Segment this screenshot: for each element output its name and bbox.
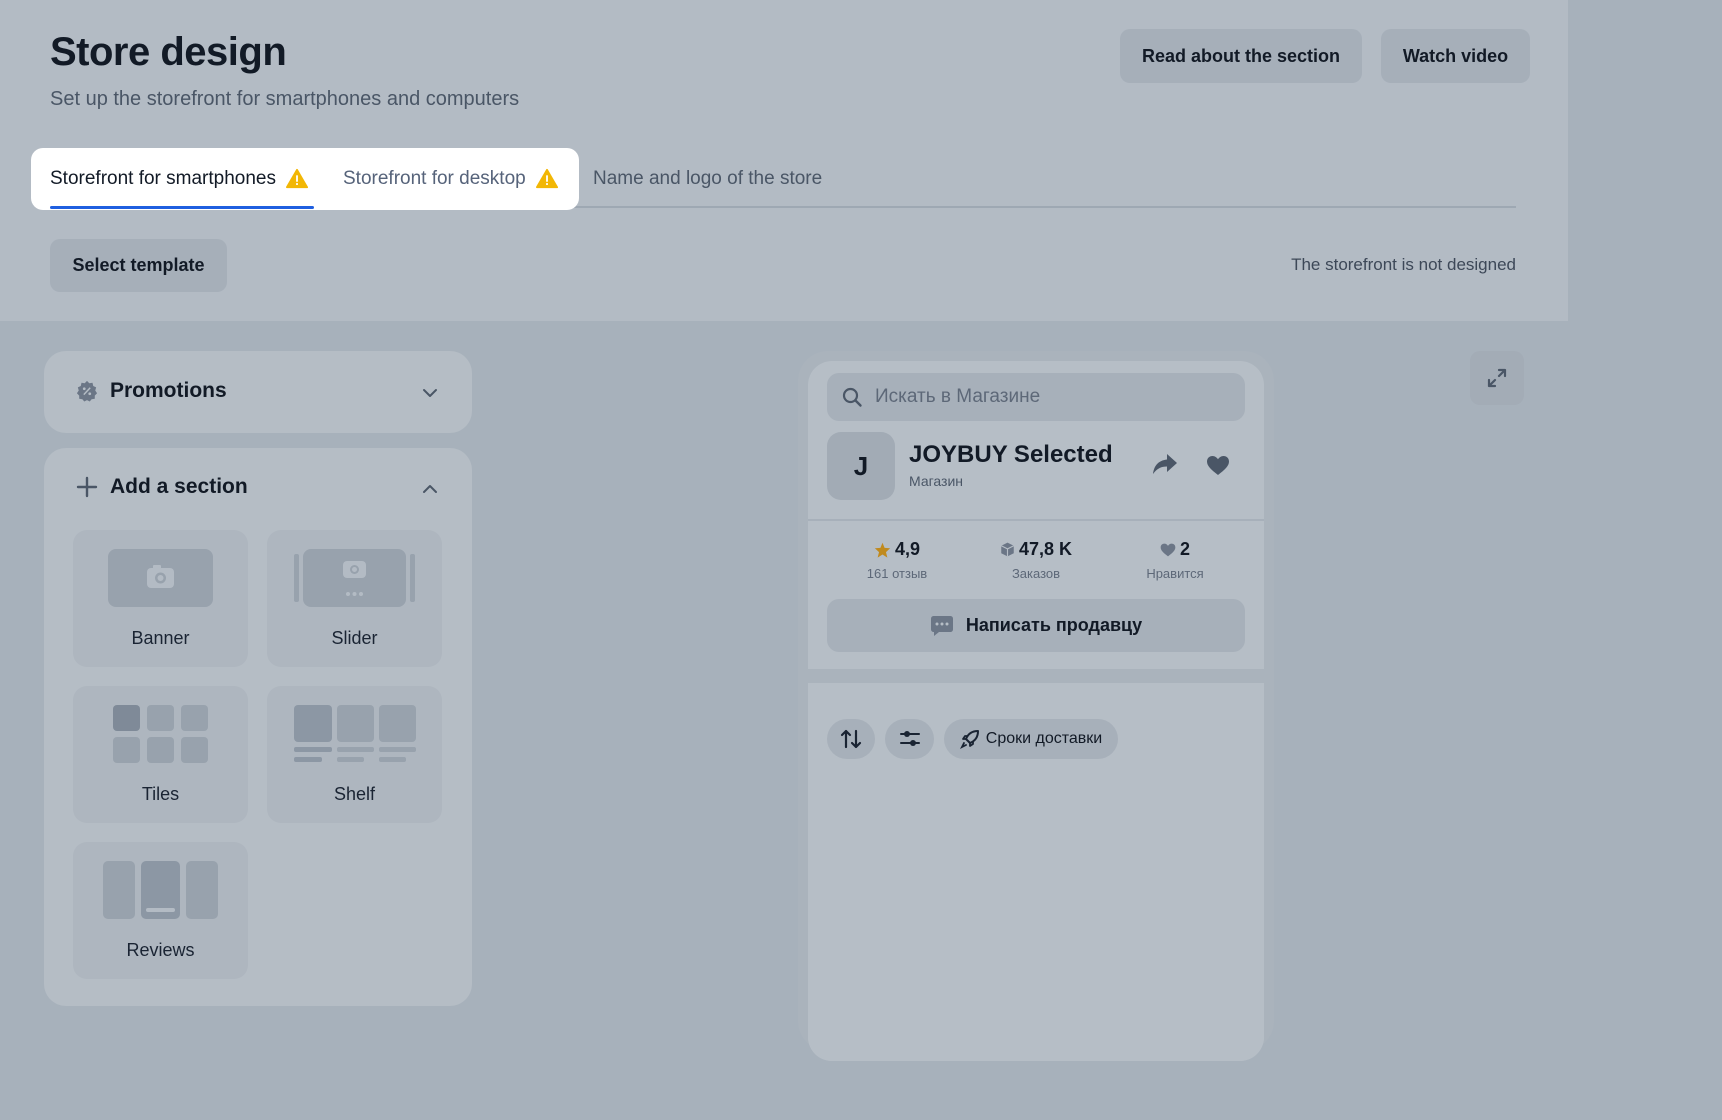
storefront-status: The storefront is not designed <box>1291 255 1516 274</box>
star-icon <box>874 542 891 558</box>
percent-badge-icon <box>76 380 98 402</box>
page-title: Store design <box>50 30 287 74</box>
banner-icon <box>108 549 213 607</box>
select-template-button[interactable]: Select template <box>50 239 227 292</box>
tab-storefront-smartphones[interactable]: Storefront for smartphones <box>50 168 308 190</box>
section-banner[interactable]: Banner <box>73 530 248 667</box>
section-tiles[interactable]: Tiles <box>73 686 248 823</box>
slider-icon <box>294 549 415 607</box>
shelf-icon <box>294 705 416 762</box>
promotions-header: Promotions <box>76 379 227 403</box>
active-tab-indicator <box>50 206 314 209</box>
stat-value: 4,9 <box>894 539 921 559</box>
stat-likes: 2 Нравится <box>1105 539 1245 581</box>
expand-icon <box>1487 368 1507 388</box>
heart-icon <box>1160 543 1176 556</box>
stat-label: 161 отзыв <box>866 566 928 581</box>
warning-icon <box>286 168 308 189</box>
section-shelf[interactable]: Shelf <box>267 686 442 823</box>
store-search-input[interactable]: Искать в Магазине <box>827 373 1245 421</box>
tab-name-logo[interactable]: Name and logo of the store <box>593 168 822 190</box>
search-icon <box>842 387 862 407</box>
page-subtitle: Set up the storefront for smartphones an… <box>50 88 520 110</box>
stat-value: 47,8 K <box>1018 539 1073 559</box>
write-seller-label: Написать продавцу <box>965 615 1143 635</box>
section-label: Shelf <box>333 784 376 804</box>
filter-icon <box>899 731 920 746</box>
share-icon[interactable] <box>1152 453 1178 475</box>
storefront-preview: Искать в Магазине J JOYBUY Selected Мага… <box>798 351 1274 1061</box>
stat-rating: 4,9 161 отзыв <box>827 539 967 581</box>
add-section-label: Add a section <box>110 475 248 498</box>
section-reviews[interactable]: Reviews <box>73 842 248 979</box>
sort-button[interactable] <box>827 719 875 759</box>
stat-orders: 47,8 K Заказов <box>966 539 1106 581</box>
store-type: Магазин <box>909 473 964 489</box>
section-slider[interactable]: Slider <box>267 530 442 667</box>
box-icon <box>1000 542 1014 557</box>
phone-screen: Искать в Магазине J JOYBUY Selected Мага… <box>808 361 1264 1061</box>
stat-label: Нравится <box>1146 566 1204 581</box>
promotions-panel[interactable]: Promotions <box>44 351 472 433</box>
write-seller-button[interactable]: Написать продавцу <box>827 599 1245 652</box>
section-gap <box>808 669 1264 683</box>
chat-icon <box>930 615 953 636</box>
delivery-time-chip[interactable]: Сроки доставки <box>944 719 1118 759</box>
rocket-icon <box>959 730 979 749</box>
chevron-up-icon[interactable] <box>420 479 440 499</box>
tab-label: Name and logo of the store <box>593 168 823 189</box>
chevron-down-icon[interactable] <box>420 383 440 403</box>
preview-divider <box>808 519 1264 521</box>
section-label: Tiles <box>141 784 180 804</box>
delivery-chip-label: Сроки доставки <box>985 730 1103 747</box>
section-label: Banner <box>131 628 190 648</box>
promotions-label: Promotions <box>110 379 227 402</box>
section-label: Slider <box>331 628 378 648</box>
stat-label: Заказов <box>1011 566 1061 581</box>
tiles-icon <box>113 705 208 763</box>
store-name: JOYBUY Selected <box>909 441 1113 468</box>
tab-storefront-desktop[interactable]: Storefront for desktop <box>343 168 558 190</box>
warning-icon <box>535 168 558 189</box>
search-placeholder: Искать в Магазине <box>875 386 1041 407</box>
fullscreen-button[interactable] <box>1470 351 1524 405</box>
filter-button[interactable] <box>885 719 934 759</box>
tab-label: Storefront for desktop <box>343 168 526 189</box>
sort-icon <box>840 729 862 749</box>
tab-label: Storefront for smartphones <box>50 168 276 189</box>
watch-video-button[interactable]: Watch video <box>1381 29 1530 83</box>
heart-icon[interactable] <box>1206 455 1230 476</box>
plus-icon <box>76 476 98 498</box>
store-avatar: J <box>827 432 895 500</box>
add-section-header[interactable]: Add a section <box>76 475 248 499</box>
section-label: Reviews <box>126 940 195 960</box>
stat-value: 2 <box>1179 539 1190 559</box>
reviews-icon <box>103 861 218 919</box>
read-about-section-button[interactable]: Read about the section <box>1120 29 1362 83</box>
add-section-panel: Add a section Banner Slider Tiles Shelf … <box>44 448 472 1006</box>
